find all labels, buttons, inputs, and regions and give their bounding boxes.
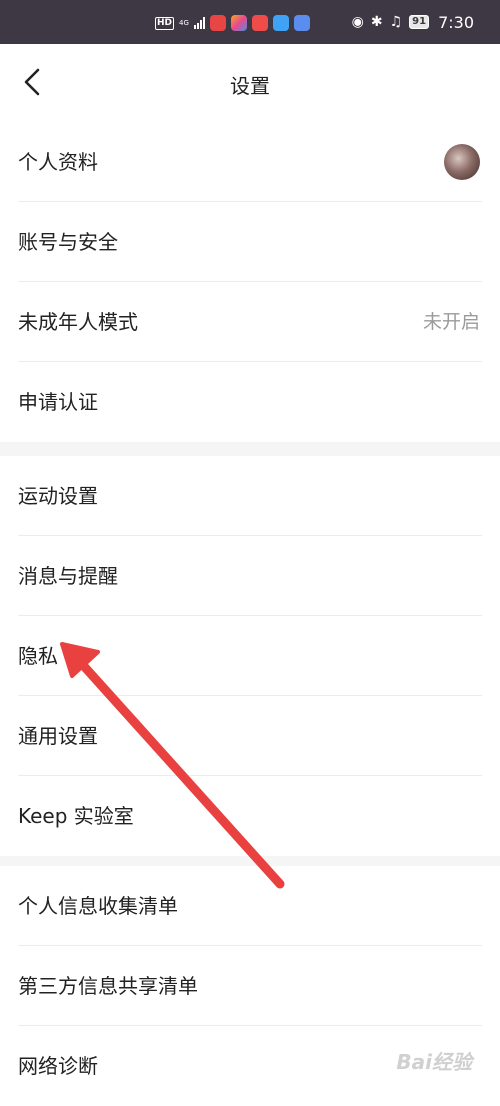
app-notification-icon (293, 15, 310, 31)
settings-item-verification[interactable]: 申请认证 (0, 362, 500, 442)
settings-item-label: 消息与提醒 (18, 564, 118, 588)
settings-item-info-collection[interactable]: 个人信息收集清单 (0, 866, 500, 946)
settings-item-notifications[interactable]: 消息与提醒 (0, 536, 500, 616)
app-notification-icon (251, 15, 268, 31)
cloud-icon (272, 15, 289, 31)
settings-item-label: 个人资料 (18, 150, 98, 174)
mute-icon: ♫ (389, 14, 403, 30)
app-notification-icon (230, 15, 247, 31)
battery-icon: 91 (409, 15, 430, 29)
hd-badge: HD (155, 16, 175, 30)
settings-item-label: 通用设置 (18, 724, 98, 748)
settings-item-label: 网络诊断 (18, 1054, 98, 1078)
avatar (444, 144, 480, 180)
settings-item-profile[interactable]: 个人资料 (0, 122, 500, 202)
status-bar: HD 4G ◉ ✱ ♫ 91 7:30 (0, 0, 500, 44)
bluetooth-icon: ✱ (370, 14, 383, 30)
settings-item-general[interactable]: 通用设置 (0, 696, 500, 776)
settings-item-label: 申请认证 (18, 390, 98, 414)
settings-item-value: 未开启 (422, 311, 480, 333)
network-type: 4G (179, 18, 189, 27)
settings-item-minor-mode[interactable]: 未成年人模式 未开启 (0, 282, 500, 362)
status-left-icons: HD 4G (155, 14, 310, 32)
watermark: Bai经验 (396, 1050, 472, 1074)
settings-item-sport[interactable]: 运动设置 (0, 456, 500, 536)
settings-item-account-security[interactable]: 账号与安全 (0, 202, 500, 282)
settings-item-label: 账号与安全 (18, 230, 118, 254)
settings-item-label: 隐私 (18, 644, 58, 668)
settings-item-label: 未成年人模式 (18, 310, 138, 334)
navigation-bar: 设置 (0, 44, 500, 122)
page-title: 设置 (230, 74, 270, 98)
settings-item-label: 个人信息收集清单 (18, 894, 178, 918)
section-gap (0, 442, 500, 456)
status-time: 7:30 (438, 12, 474, 32)
settings-group-account: 个人资料 账号与安全 未成年人模式 未开启 申请认证 (0, 122, 500, 442)
settings-item-third-party[interactable]: 第三方信息共享清单 (0, 946, 500, 1026)
signal-icon (193, 17, 205, 29)
settings-item-label: Keep 实验室 (18, 804, 134, 828)
settings-item-label: 运动设置 (18, 484, 98, 508)
settings-item-privacy[interactable]: 隐私 (0, 616, 500, 696)
settings-item-lab[interactable]: Keep 实验室 (0, 776, 500, 856)
app-notification-icon (209, 15, 226, 31)
status-right-icons: ◉ ✱ ♫ 91 7:30 (352, 10, 474, 34)
eye-icon: ◉ (351, 14, 364, 30)
settings-item-label: 第三方信息共享清单 (18, 974, 198, 998)
settings-group-general: 运动设置 消息与提醒 隐私 通用设置 Keep 实验室 (0, 456, 500, 856)
